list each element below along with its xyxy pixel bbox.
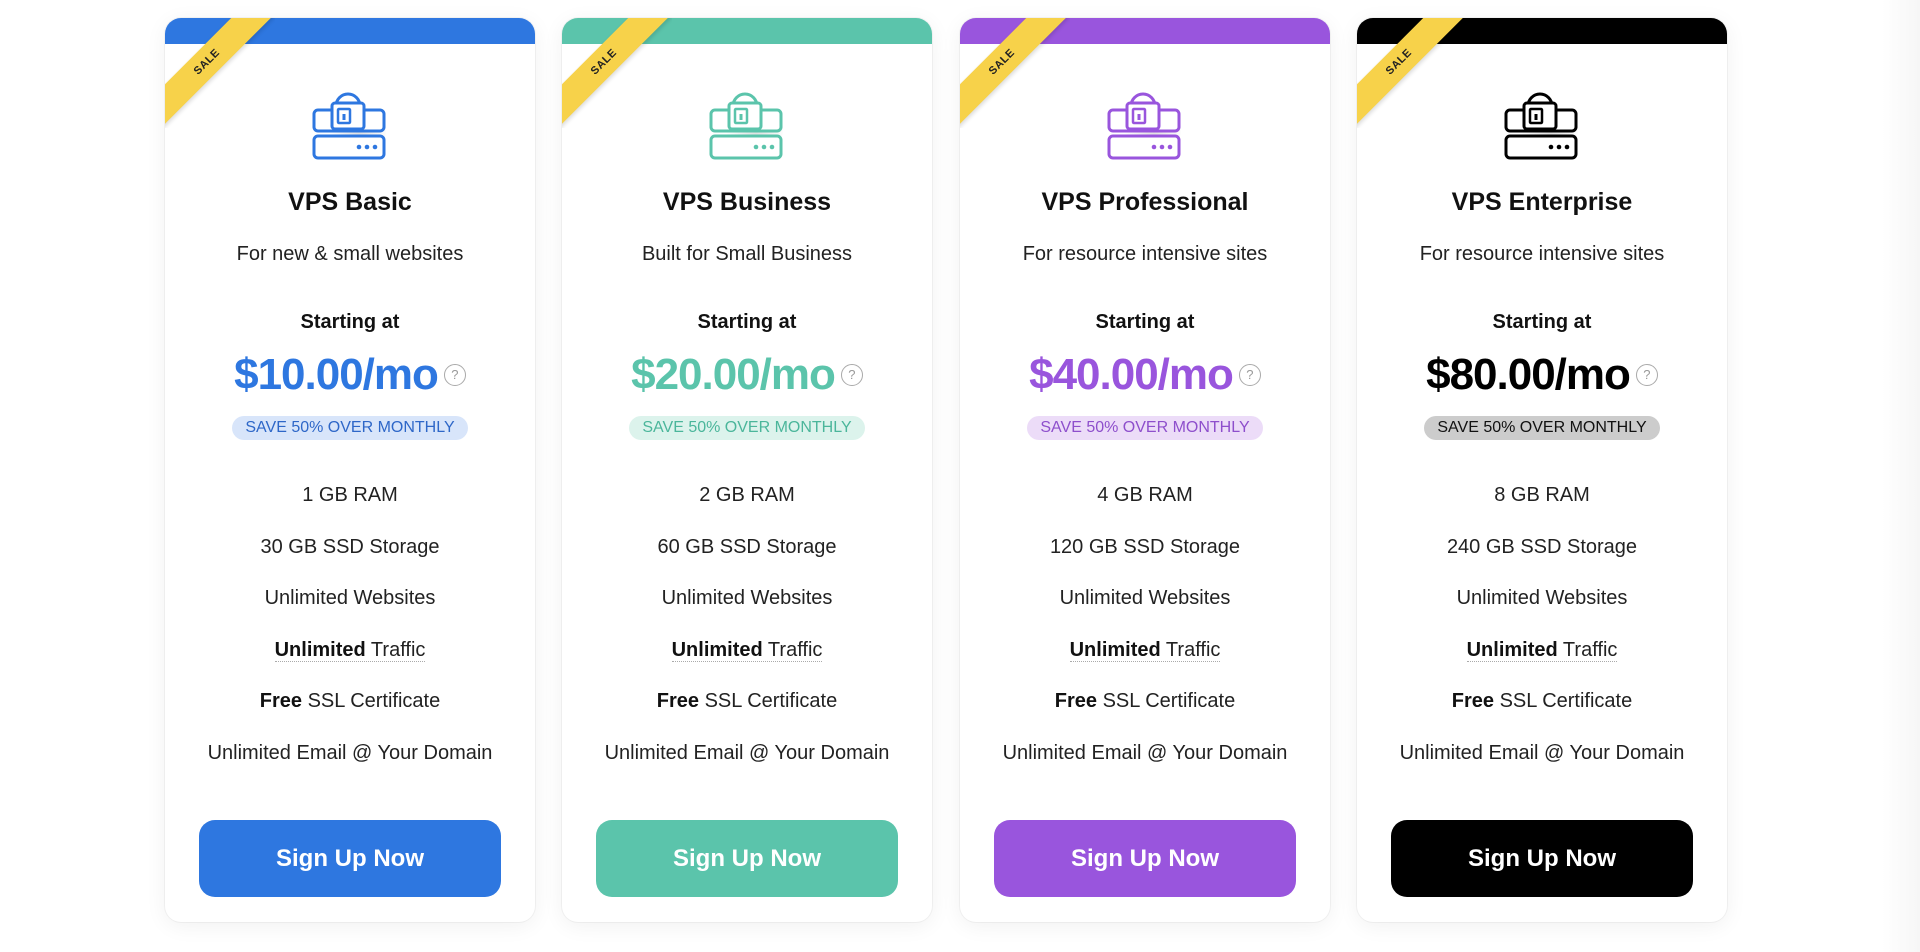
feature-email: Unlimited Email @ Your Domain xyxy=(1002,741,1288,764)
plan-price: $40.00/mo xyxy=(1029,350,1234,399)
plan-title: VPS Professional xyxy=(1041,188,1249,216)
feature-traffic[interactable]: Unlimited Traffic xyxy=(1357,635,1727,687)
price-row: $20.00/mo? xyxy=(562,350,932,400)
feature-ssl: Free SSL Certificate xyxy=(1054,690,1236,713)
feature-ssl: Free SSL Certificate xyxy=(259,690,441,713)
sale-ribbon: SALE xyxy=(1357,18,1467,128)
traffic-tooltip-trigger[interactable]: Unlimited Traffic xyxy=(274,638,426,662)
help-icon[interactable]: ? xyxy=(1238,364,1261,386)
feature-traffic[interactable]: Unlimited Traffic xyxy=(960,635,1330,687)
save-badge: SAVE 50% OVER MONTHLY xyxy=(1027,416,1263,440)
save-badge: SAVE 50% OVER MONTHLY xyxy=(629,416,865,440)
plan-description: Built for Small Business xyxy=(641,243,853,265)
feature-storage: 60 GB SSD Storage xyxy=(657,535,837,558)
feature-list: 2 GB RAM 60 GB SSD Storage Unlimited Web… xyxy=(562,480,932,790)
feature-traffic[interactable]: Unlimited Traffic xyxy=(165,635,535,687)
sale-ribbon-label: SALE xyxy=(1357,18,1466,128)
feature-ssl: Free SSL Certificate xyxy=(1451,690,1633,713)
plan-card-4: SALE VPS Enterprise For resource intensi… xyxy=(1357,18,1727,922)
server-lock-icon xyxy=(1504,92,1578,160)
save-badge: SAVE 50% OVER MONTHLY xyxy=(232,416,468,440)
sale-ribbon-label: SALE xyxy=(562,18,671,128)
sign-up-button[interactable]: Sign Up Now xyxy=(994,820,1296,897)
feature-websites: Unlimited Websites xyxy=(264,587,436,610)
save-badge: SAVE 50% OVER MONTHLY xyxy=(1424,416,1660,440)
help-icon[interactable]: ? xyxy=(1635,364,1658,386)
sign-up-button[interactable]: Sign Up Now xyxy=(1391,820,1693,897)
plan-description: For new & small websites xyxy=(236,243,464,265)
sale-ribbon: SALE xyxy=(960,18,1070,128)
sign-up-button[interactable]: Sign Up Now xyxy=(596,820,898,897)
feature-websites: Unlimited Websites xyxy=(661,587,833,610)
server-lock-icon xyxy=(312,92,386,160)
sale-ribbon: SALE xyxy=(562,18,672,128)
help-icon[interactable]: ? xyxy=(840,364,863,386)
feature-ram: 1 GB RAM xyxy=(302,484,398,506)
feature-list: 1 GB RAM 30 GB SSD Storage Unlimited Web… xyxy=(165,480,535,790)
feature-list: 8 GB RAM 240 GB SSD Storage Unlimited We… xyxy=(1357,480,1727,790)
server-lock-icon xyxy=(709,92,783,160)
feature-ram: 2 GB RAM xyxy=(699,484,795,506)
feature-email: Unlimited Email @ Your Domain xyxy=(604,741,890,764)
sign-up-button[interactable]: Sign Up Now xyxy=(199,820,501,897)
traffic-tooltip-trigger[interactable]: Unlimited Traffic xyxy=(1069,638,1221,662)
feature-storage: 240 GB SSD Storage xyxy=(1446,535,1638,558)
price-row: $40.00/mo? xyxy=(960,350,1330,400)
starting-at-label: Starting at xyxy=(1095,311,1195,333)
price-row: $80.00/mo? xyxy=(1357,350,1727,400)
server-lock-icon xyxy=(1107,92,1181,160)
feature-ssl: Free SSL Certificate xyxy=(656,690,838,713)
feature-email: Unlimited Email @ Your Domain xyxy=(1399,741,1685,764)
sale-ribbon-label: SALE xyxy=(960,18,1069,128)
feature-storage: 120 GB SSD Storage xyxy=(1049,535,1241,558)
feature-websites: Unlimited Websites xyxy=(1059,587,1231,610)
sale-ribbon-label: SALE xyxy=(165,18,274,128)
help-icon[interactable]: ? xyxy=(443,364,466,386)
feature-email: Unlimited Email @ Your Domain xyxy=(207,741,493,764)
plan-card-2: SALE VPS Business Built for Small Busine… xyxy=(562,18,932,922)
price-row: $10.00/mo? xyxy=(165,350,535,400)
starting-at-label: Starting at xyxy=(300,311,400,333)
plan-price: $80.00/mo xyxy=(1426,350,1631,399)
starting-at-label: Starting at xyxy=(1492,311,1592,333)
plan-title: VPS Business xyxy=(662,188,832,216)
feature-ram: 4 GB RAM xyxy=(1097,484,1193,506)
plan-price: $10.00/mo xyxy=(234,350,439,399)
plan-card-3: SALE VPS Professional For resource inten… xyxy=(960,18,1330,922)
feature-list: 4 GB RAM 120 GB SSD Storage Unlimited We… xyxy=(960,480,1330,790)
traffic-tooltip-trigger[interactable]: Unlimited Traffic xyxy=(671,638,823,662)
plan-title: VPS Enterprise xyxy=(1451,188,1633,216)
feature-traffic[interactable]: Unlimited Traffic xyxy=(562,635,932,687)
feature-websites: Unlimited Websites xyxy=(1456,587,1628,610)
scrollbar-track[interactable] xyxy=(1882,0,1920,952)
plan-title: VPS Basic xyxy=(288,188,412,216)
plan-card-1: SALE VPS Basic For new & small websites … xyxy=(165,18,535,922)
starting-at-label: Starting at xyxy=(697,311,797,333)
traffic-tooltip-trigger[interactable]: Unlimited Traffic xyxy=(1466,638,1618,662)
feature-ram: 8 GB RAM xyxy=(1494,484,1590,506)
plan-description: For resource intensive sites xyxy=(1419,243,1665,265)
feature-storage: 30 GB SSD Storage xyxy=(260,535,440,558)
plan-description: For resource intensive sites xyxy=(1022,243,1268,265)
plan-price: $20.00/mo xyxy=(631,350,836,399)
sale-ribbon: SALE xyxy=(165,18,275,128)
